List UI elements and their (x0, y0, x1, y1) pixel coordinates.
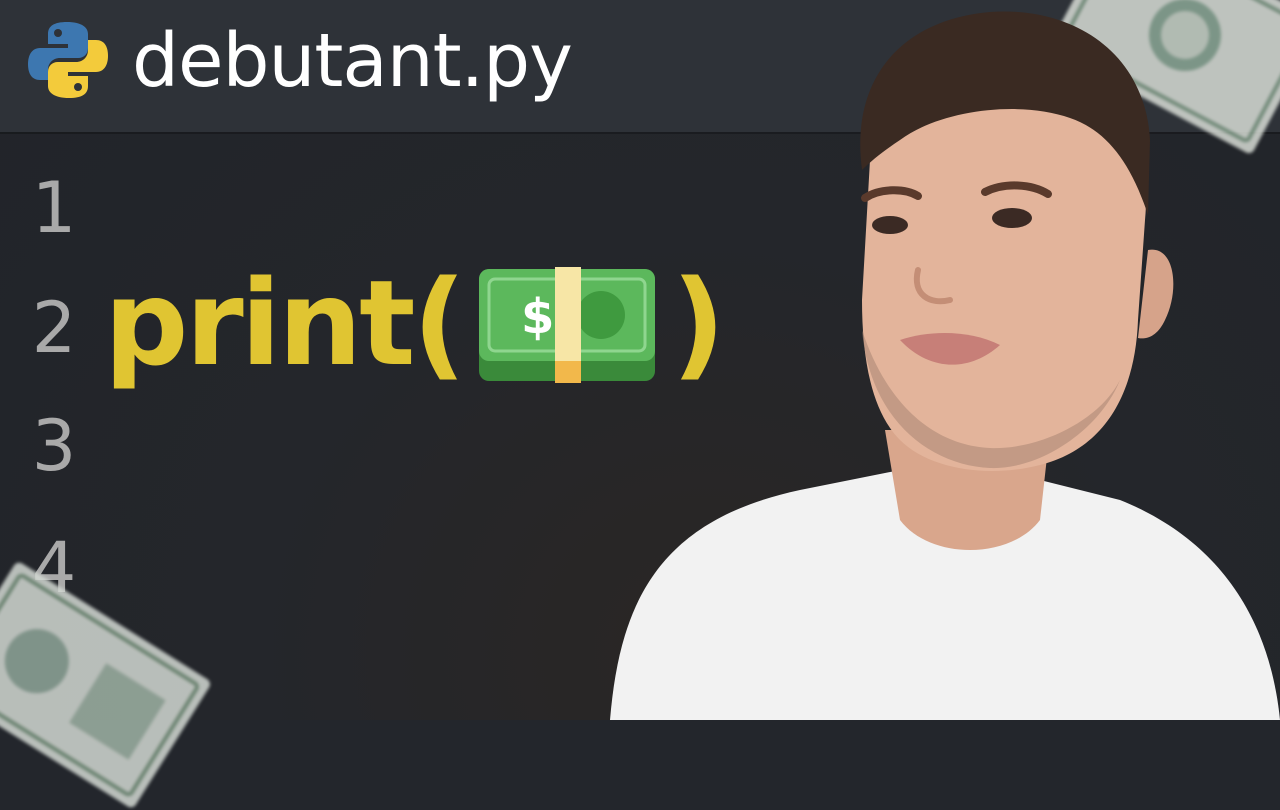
svg-text:$: $ (521, 289, 554, 345)
line-number: 1 (31, 167, 77, 249)
line-number: 2 (31, 287, 77, 369)
line-number: 3 (31, 405, 77, 487)
print-call: print( (104, 254, 466, 392)
person-photo (610, 11, 1280, 720)
tab-filename[interactable]: debutant.py (132, 16, 573, 106)
python-logo-icon (28, 22, 108, 98)
